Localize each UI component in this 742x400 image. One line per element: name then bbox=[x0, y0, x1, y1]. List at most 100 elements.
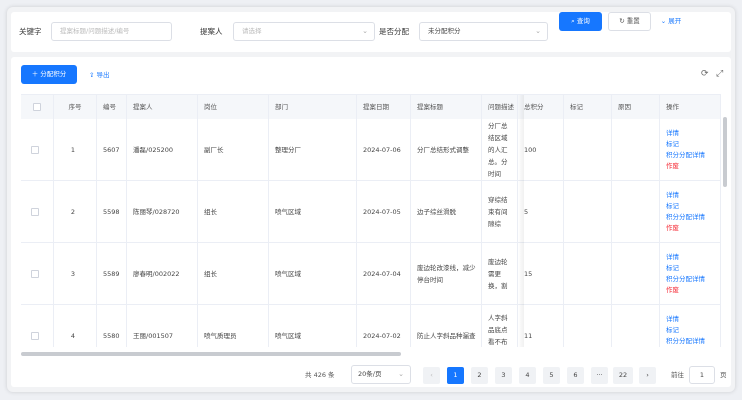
page-button[interactable]: 2 bbox=[471, 367, 488, 384]
vertical-scrollbar[interactable] bbox=[723, 117, 727, 187]
keyword-label: 关键字 bbox=[19, 27, 42, 36]
table-row[interactable]: 3 5589 廖春明/002022 组长 喷气区域 2024-07-04 废边轮… bbox=[21, 243, 721, 305]
column-header[interactable]: 提案人 bbox=[127, 95, 198, 119]
fixed-column-shadow bbox=[518, 95, 524, 347]
expand-link[interactable]: ⌄ 展开 bbox=[656, 12, 686, 31]
detail-link[interactable]: 详情 bbox=[666, 190, 679, 201]
row-checkbox[interactable] bbox=[31, 207, 39, 216]
next-page-button[interactable]: › bbox=[639, 367, 656, 384]
row-select-cell bbox=[21, 119, 54, 180]
page-button[interactable]: 1 bbox=[447, 367, 464, 384]
chevron-right-icon: › bbox=[646, 371, 649, 379]
cell-code: 5580 bbox=[97, 305, 127, 347]
column-header[interactable]: 编号 bbox=[97, 95, 127, 119]
app-frame: 关键字 提案标题/问题描述/编号 提案人 请选择 ⌄ 是否分配 未分配积分 ⌄ … bbox=[7, 7, 735, 392]
void-link[interactable]: 作废 bbox=[666, 223, 679, 234]
page-button[interactable]: 5 bbox=[543, 367, 560, 384]
cell-mark bbox=[564, 181, 612, 242]
column-header[interactable]: 部门 bbox=[269, 95, 357, 119]
allocation-detail-link[interactable]: 积分分配详情 bbox=[666, 150, 705, 161]
page-size-value: 20条/页 bbox=[358, 370, 382, 378]
cell-code: 5598 bbox=[97, 181, 127, 242]
cell-code: 5589 bbox=[97, 243, 127, 304]
cell-date: 2024-07-06 bbox=[357, 119, 411, 180]
row-select-cell bbox=[21, 243, 54, 304]
prev-page-button[interactable]: ‹ bbox=[423, 367, 440, 384]
page-button[interactable]: 4 bbox=[519, 367, 536, 384]
column-header[interactable]: 提案标题 bbox=[411, 95, 482, 119]
column-header[interactable]: 问题描述 bbox=[482, 95, 518, 119]
horizontal-scrollbar[interactable] bbox=[21, 352, 401, 356]
cell-department: 整理分厂 bbox=[269, 119, 357, 180]
select-all-checkbox[interactable] bbox=[33, 103, 41, 111]
cell-description: 穿综结束有间隙综 bbox=[482, 181, 518, 242]
cell-title: 防止人字斜品种漏查 bbox=[411, 305, 482, 347]
mark-link[interactable]: 标记 bbox=[666, 201, 679, 212]
mark-link[interactable]: 标记 bbox=[666, 325, 679, 336]
row-select-cell bbox=[21, 305, 54, 347]
cell-score: 11 bbox=[518, 305, 564, 347]
cell-position: 组长 bbox=[198, 243, 269, 304]
allocation-detail-link[interactable]: 积分分配详情 bbox=[666, 212, 705, 223]
fullscreen-icon[interactable]: ⤢ bbox=[716, 69, 723, 79]
last-page-button[interactable]: 22 bbox=[613, 367, 633, 384]
row-checkbox[interactable] bbox=[31, 269, 39, 278]
column-header[interactable]: 操作 bbox=[660, 95, 721, 119]
upload-icon: ⇪ bbox=[89, 71, 95, 79]
table-header: 序号 编号 提案人 岗位 部门 提案日期 提案标题 问题描述 总积分 标记 原因… bbox=[21, 95, 721, 119]
cell-position: 副厂长 bbox=[198, 119, 269, 180]
proposer-select[interactable]: 请选择 ⌄ bbox=[233, 22, 375, 41]
cell-department: 喷气区域 bbox=[269, 243, 357, 304]
row-checkbox[interactable] bbox=[31, 331, 39, 340]
allocated-select[interactable]: 未分配积分 ⌄ bbox=[419, 22, 548, 41]
allocation-detail-link[interactable]: 积分分配详情 bbox=[666, 274, 705, 285]
chevron-down-icon: ⌄ bbox=[362, 27, 368, 35]
detail-link[interactable]: 详情 bbox=[666, 128, 679, 139]
cell-reason bbox=[612, 243, 660, 304]
refresh-icon: ↻ bbox=[619, 17, 625, 25]
cell-proposer: 王丽/001507 bbox=[127, 305, 198, 347]
expand-label: 展开 bbox=[668, 17, 682, 25]
page-size-select[interactable]: 20条/页 ⌄ bbox=[351, 365, 411, 384]
table-row[interactable]: 4 5580 王丽/001507 喷气质理员 喷气区域 2024-07-02 防… bbox=[21, 305, 721, 347]
search-button[interactable]: ⌕ 查询 bbox=[559, 12, 602, 31]
cell-reason bbox=[612, 181, 660, 242]
table-row[interactable]: 2 5598 陈丽琴/028720 组长 喷气区域 2024-07-05 边子综… bbox=[21, 181, 721, 243]
cell-index: 2 bbox=[54, 181, 97, 242]
allocation-detail-link[interactable]: 积分分配详情 bbox=[666, 336, 705, 347]
void-link[interactable]: 作废 bbox=[666, 285, 679, 296]
cell-mark bbox=[564, 243, 612, 304]
cell-code: 5607 bbox=[97, 119, 127, 180]
more-pages-button[interactable]: ··· bbox=[591, 367, 608, 384]
cell-proposer: 陈丽琴/028720 bbox=[127, 181, 198, 242]
void-link[interactable]: 作废 bbox=[666, 347, 679, 348]
cell-title: 分厂总结形式调整 bbox=[411, 119, 482, 180]
table-row[interactable]: 1 5607 潘磊/025200 副厂长 整理分厂 2024-07-06 分厂总… bbox=[21, 119, 721, 181]
export-link[interactable]: ⇪ 导出 bbox=[89, 69, 110, 79]
cell-index: 4 bbox=[54, 305, 97, 347]
column-header[interactable]: 岗位 bbox=[198, 95, 269, 119]
column-header[interactable]: 序号 bbox=[54, 95, 97, 119]
mark-link[interactable]: 标记 bbox=[666, 139, 679, 150]
column-header[interactable]: 提案日期 bbox=[357, 95, 411, 119]
goto-label: 前往 bbox=[671, 371, 684, 379]
page-button[interactable]: 3 bbox=[495, 367, 512, 384]
refresh-icon[interactable]: ⟳ bbox=[701, 69, 709, 79]
chevron-down-icon: ⌄ bbox=[660, 17, 667, 25]
reset-button[interactable]: ↻ 重置 bbox=[608, 12, 651, 31]
total-count: 共 426 条 bbox=[305, 371, 335, 379]
allocated-value: 未分配积分 bbox=[428, 27, 461, 35]
mark-link[interactable]: 标记 bbox=[666, 263, 679, 274]
goto-page-input[interactable]: 1 bbox=[689, 366, 715, 384]
row-checkbox[interactable] bbox=[31, 145, 39, 154]
column-header[interactable]: 总积分 bbox=[518, 95, 564, 119]
void-link[interactable]: 作废 bbox=[666, 161, 679, 172]
detail-link[interactable]: 详情 bbox=[666, 314, 679, 325]
keyword-input[interactable]: 提案标题/问题描述/编号 bbox=[51, 22, 172, 41]
allocate-points-button[interactable]: ＋ 分配积分 bbox=[21, 65, 77, 84]
column-header[interactable]: 原因 bbox=[612, 95, 660, 119]
detail-link[interactable]: 详情 bbox=[666, 252, 679, 263]
column-header[interactable]: 标记 bbox=[564, 95, 612, 119]
page-button[interactable]: 6 bbox=[567, 367, 584, 384]
allocate-points-label: 分配积分 bbox=[40, 70, 67, 78]
